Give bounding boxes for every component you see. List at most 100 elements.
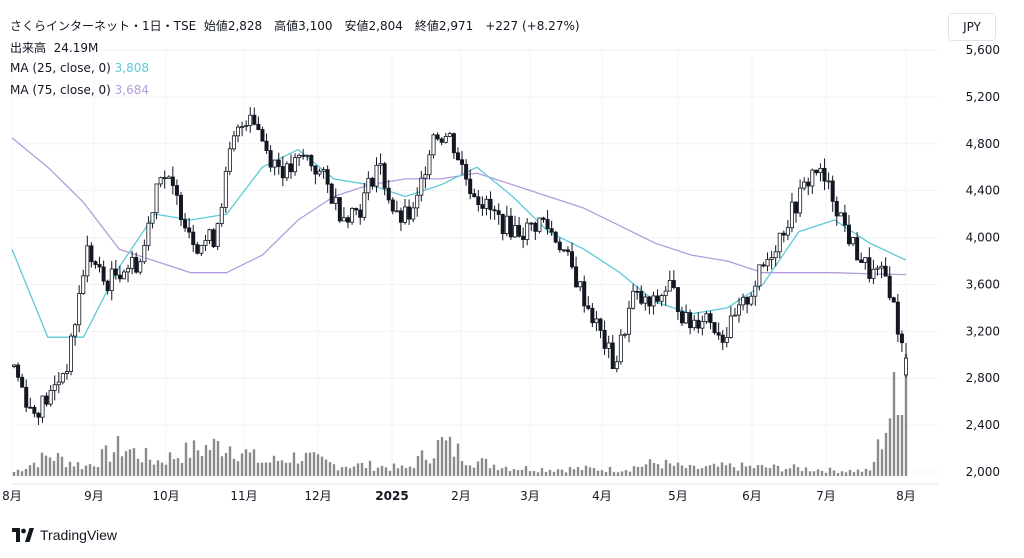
legend-volume-value: 24.19M [53,41,99,55]
price-tick-label: 2,800 [966,371,1000,385]
candle-body [130,256,135,269]
time-tick-label: 12月 [304,489,331,503]
candle-body [252,114,257,125]
candle-body [610,342,615,370]
volume-bar [736,470,740,476]
candle-body [757,264,762,287]
volume-bar [836,473,840,476]
price-chart[interactable]: 5,600 5,200 4,800 4,400 4,000 3,600 3,200 2,800… [0,0,1024,558]
volume-bar [208,450,212,476]
tradingview-name: TradingView [40,527,118,543]
candle-body [545,219,550,230]
candle-body [810,169,815,187]
candle-body [337,197,342,222]
volume-bar [456,443,460,476]
candle-body [447,133,452,137]
candle-body [280,166,285,179]
volume-bar [776,465,780,476]
volume-bar [224,452,228,476]
candle-body [879,265,884,269]
volume-bar [380,465,384,476]
volume-bar [492,464,496,476]
candle-body [64,371,69,374]
volume-bar [196,450,200,476]
candle-body [663,290,668,296]
volume-bar [112,452,116,476]
candle-body [451,133,456,154]
candles [11,106,909,425]
legend-volume-row: 出来高 24.19M [10,39,98,56]
volume-bar [144,447,148,476]
volume-bar [64,467,68,476]
volume-bar [740,462,744,476]
candle-body [97,264,102,268]
volume-bar [200,455,204,476]
volume-bar [504,466,508,476]
candle-body [883,265,888,277]
candle-body [329,183,334,204]
volume-bar [156,460,160,476]
volume-bar [696,468,700,476]
candle-body [830,180,835,202]
candle-body [684,312,689,324]
volume-bar [80,469,84,476]
volume-bar [320,456,324,476]
volume-bar [440,436,444,476]
currency-button[interactable]: JPY [948,13,996,41]
candle-body [533,222,538,232]
volume-bar [76,462,80,476]
candle-body [806,181,811,187]
time-tick-label: 7月 [816,489,836,503]
candle-body [105,280,110,291]
volume-bar [796,467,800,476]
volume-bar [84,465,88,476]
candle-body [354,208,359,211]
candle-body [618,334,623,363]
candle-body [549,228,554,233]
volume-bar [664,459,668,476]
candle-body [223,170,228,208]
volume-bar [872,461,876,476]
candle-body [236,126,241,137]
candle-body [215,223,220,247]
candle-body [52,384,57,391]
candle-body [875,267,880,270]
volume-bar [600,470,604,476]
candle-body [36,412,41,418]
candle-body [842,212,847,226]
volume-bar [884,432,888,476]
candle-body [403,206,408,223]
price-axis: 5,600 5,200 4,800 4,400 4,000 3,600 3,200 2,800… [966,43,1000,479]
volume-bar [300,461,304,476]
candle-body [427,154,432,176]
legend-volume-label: 出来高 [10,41,47,55]
volume-bar [292,452,296,476]
volume-bar [308,452,312,476]
volume-bar [556,469,560,476]
candle-body [504,215,509,235]
volume-bar [448,436,452,476]
volume-bar [356,463,360,476]
volume-bar [352,466,356,476]
candle-body [260,129,265,142]
candle-body [386,187,391,201]
volume-bar [372,470,376,476]
candle-body [622,333,627,336]
volume-bar [616,472,620,476]
volume-bar [832,470,836,476]
volume-bar [268,462,272,476]
volume-bar [452,456,456,476]
candle-body [244,125,249,127]
candle-body [211,229,216,247]
volume-bar [540,468,544,476]
candle-body [598,318,603,331]
legend-header: さくらインターネット・1日・TSE [10,19,197,33]
candle-body [362,192,367,218]
volume-bar [468,465,472,476]
volume-bar [364,467,368,476]
candle-body [838,212,843,217]
tradingview-brand[interactable]: TradingView [12,527,117,543]
volume-bar [204,445,208,476]
volume-bar [12,471,16,476]
volume-bar [92,466,96,476]
